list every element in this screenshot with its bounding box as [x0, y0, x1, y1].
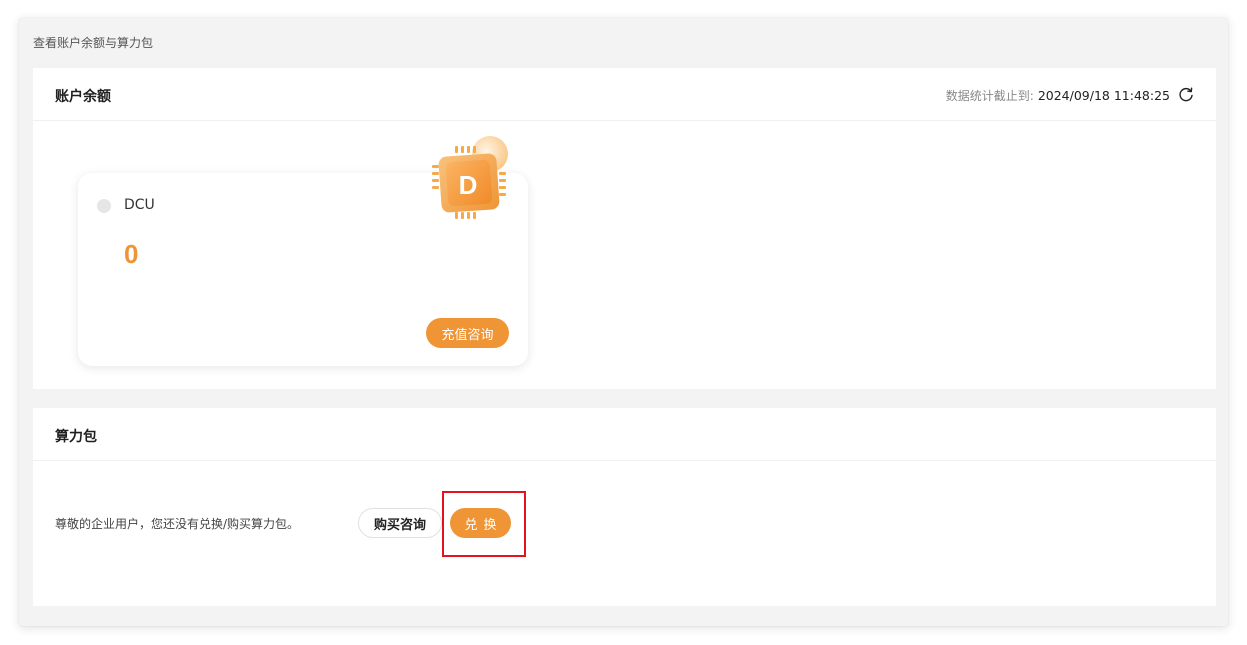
refresh-icon[interactable]	[1178, 86, 1194, 102]
recharge-consult-button[interactable]: 充值咨询	[426, 318, 509, 348]
main-window: 查看账户余额与算力包 账户余额 数据统计截止到: 2024/09/18 11:4…	[19, 18, 1228, 626]
balance-card-header: 账户余额 数据统计截止到: 2024/09/18 11:48:25	[33, 68, 1216, 121]
stat-time-value: 2024/09/18 11:48:25	[1037, 88, 1170, 103]
buy-consult-button[interactable]: 购买咨询	[358, 508, 442, 538]
exchange-button[interactable]: 兑换	[450, 508, 511, 538]
dcu-value: 0	[124, 239, 139, 269]
chip-letter: D	[459, 170, 478, 200]
package-card-header: 算力包	[33, 408, 1216, 461]
balance-title: 账户余额	[55, 89, 111, 105]
stat-time-label: 数据统计截止到:	[945, 89, 1034, 103]
chip-icon: D	[432, 136, 508, 219]
breadcrumb: 查看账户余额与算力包	[33, 36, 154, 50]
dcu-status-dot	[97, 199, 111, 213]
package-title: 算力包	[55, 429, 97, 445]
package-card: 算力包 尊敬的企业用户，您还没有兑换/购买算力包。 购买咨询 兑换	[33, 408, 1216, 606]
stat-time: 数据统计截止到: 2024/09/18 11:48:25	[946, 87, 1170, 104]
balance-card: 账户余额 数据统计截止到: 2024/09/18 11:48:25 DCU 0 …	[33, 68, 1216, 389]
package-empty-message: 尊敬的企业用户，您还没有兑换/购买算力包。	[55, 517, 300, 531]
dcu-label: DCU	[124, 197, 155, 213]
